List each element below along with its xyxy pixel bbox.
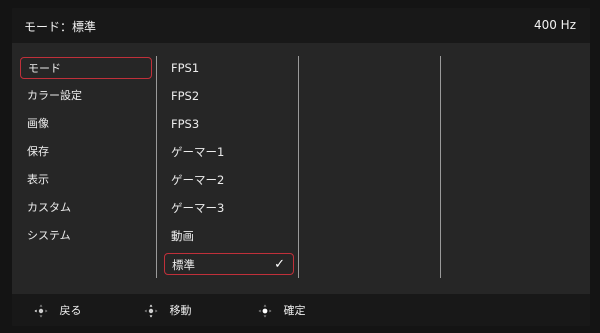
main-menu-item-custom[interactable]: カスタム [20, 197, 152, 219]
main-menu-item-save[interactable]: 保存 [20, 141, 152, 163]
mode-option-fps3[interactable]: FPS3 [164, 113, 294, 135]
osd-header: モード：標準 400 Hz [12, 8, 590, 43]
mode-option-gamer3[interactable]: ゲーマー3 [164, 197, 294, 219]
main-menu-item-label: モード [28, 62, 61, 75]
refresh-rate-indicator: 400 Hz [533, 18, 576, 32]
main-menu-item-label: システム [27, 229, 71, 242]
mode-option-label: 動画 [171, 229, 194, 243]
osd-menu-panel: モード カラー設定 画像 保存 表示 カスタム システム FPS1 FPS2 F… [12, 52, 590, 290]
main-menu-item-label: カラー設定 [27, 89, 82, 102]
main-menu-item-mode[interactable]: モード [20, 57, 152, 79]
checkmark-icon: ✓ [274, 257, 285, 272]
column-divider [156, 56, 157, 278]
mode-option-label: 標準 [172, 258, 195, 272]
footer-back-label: 戻る [59, 304, 82, 317]
main-menu-item-display[interactable]: 表示 [20, 169, 152, 191]
dpad-updown-icon [144, 304, 158, 318]
dpad-center-icon [258, 304, 272, 318]
footer-move-hint: 移動 [144, 303, 192, 319]
footer-confirm-label: 確定 [283, 304, 306, 317]
mode-option-label: ゲーマー2 [171, 173, 225, 187]
mode-option-label: FPS2 [171, 89, 200, 103]
header-title: モード：標準 [24, 20, 97, 34]
main-menu-item-label: 表示 [27, 173, 49, 186]
footer-move-label: 移動 [169, 304, 192, 317]
column-divider [298, 56, 299, 278]
main-menu-item-color-settings[interactable]: カラー設定 [20, 85, 152, 107]
osd-footer: 戻る 移動 確定 [12, 294, 590, 326]
osd-screen: モード：標準 400 Hz モード カラー設定 画像 保存 表示 カスタム シス… [12, 8, 590, 326]
mode-option-gamer2[interactable]: ゲーマー2 [164, 169, 294, 191]
main-menu-item-picture[interactable]: 画像 [20, 113, 152, 135]
mode-option-fps1[interactable]: FPS1 [164, 57, 294, 79]
mode-option-label: FPS3 [171, 117, 200, 131]
footer-back-hint: 戻る [34, 303, 82, 319]
mode-option-standard[interactable]: 標準 ✓ [164, 253, 294, 275]
footer-confirm-hint: 確定 [258, 303, 306, 319]
dpad-left-icon [34, 304, 48, 318]
mode-option-label: ゲーマー3 [171, 201, 225, 215]
main-menu-item-label: 画像 [27, 117, 49, 130]
mode-option-movie[interactable]: 動画 [164, 225, 294, 247]
monitor-bezel: モード：標準 400 Hz モード カラー設定 画像 保存 表示 カスタム シス… [0, 0, 600, 333]
main-menu-item-label: 保存 [27, 145, 49, 158]
mode-option-fps2[interactable]: FPS2 [164, 85, 294, 107]
main-menu-item-system[interactable]: システム [20, 225, 152, 247]
column-divider [440, 56, 441, 278]
mode-option-label: ゲーマー1 [171, 145, 225, 159]
mode-option-label: FPS1 [171, 61, 200, 75]
main-menu-item-label: カスタム [27, 201, 71, 214]
mode-option-gamer1[interactable]: ゲーマー1 [164, 141, 294, 163]
